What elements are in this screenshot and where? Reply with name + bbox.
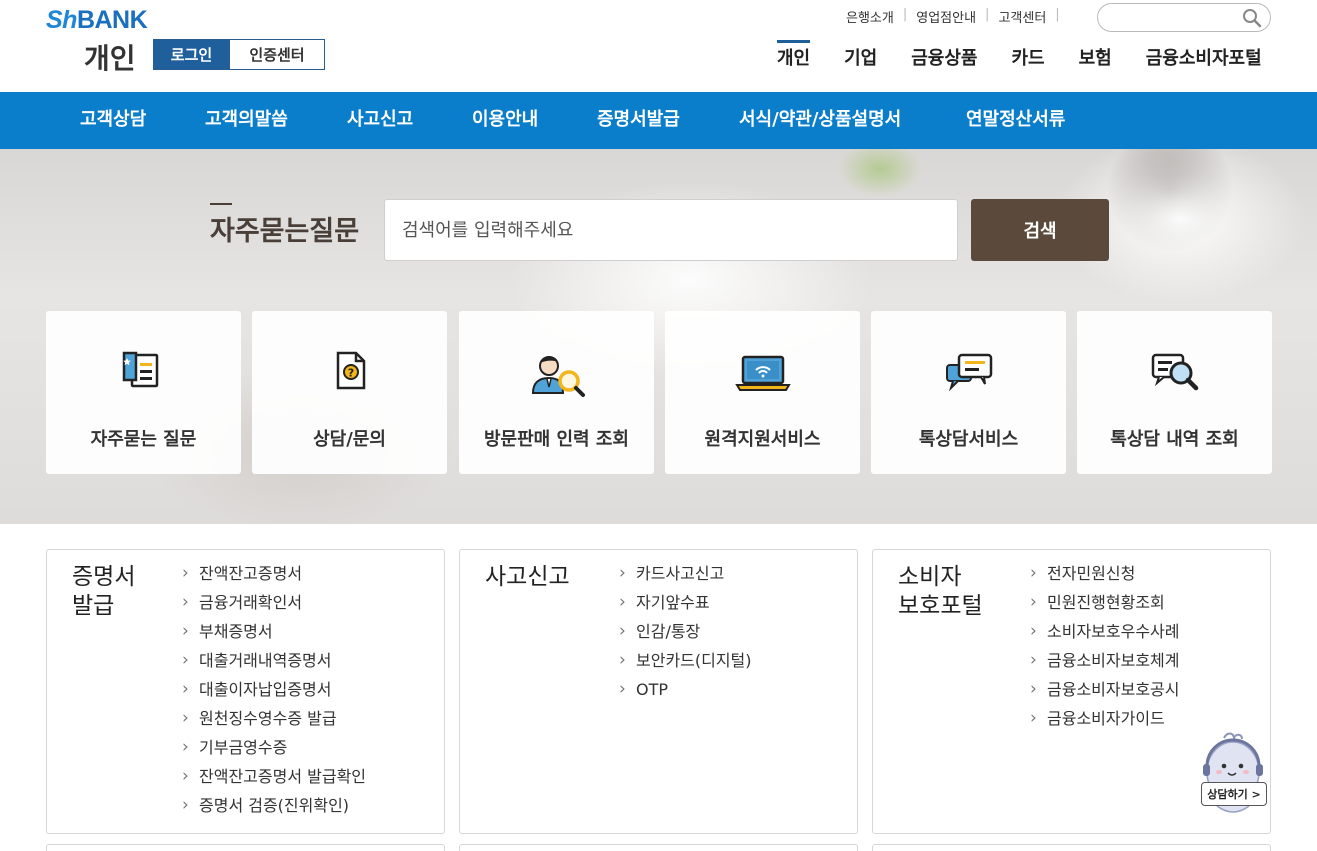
quick-link-faq[interactable]: 자주묻는 질문 bbox=[46, 311, 241, 474]
quick-link-talk-history[interactable]: 톡상담 내역 조회 bbox=[1077, 311, 1272, 474]
panel-accident: 사고신고 카드사고신고 자기앞수표 인감/통장 보안카드(디지털) OTP bbox=[459, 549, 858, 834]
subnav-accident[interactable]: 사고신고 bbox=[347, 92, 413, 149]
shbank-logo[interactable]: ShBANK bbox=[46, 6, 148, 35]
panel-certificate: 증명서 발급 잔액잔고증명서 금융거래확인서 부채증명서 대출거래내역증명서 대… bbox=[46, 549, 445, 834]
hero-section: 자주묻는질문 검색 자주묻는 질문 ? 상담/문의 bbox=[0, 149, 1317, 524]
util-link-bank-intro[interactable]: 은행소개 bbox=[846, 7, 894, 26]
panel-title-line2: 발급 bbox=[72, 593, 115, 619]
panel-link[interactable]: 대출이자납입증명서 bbox=[182, 677, 366, 707]
panel-next-row bbox=[872, 844, 1271, 851]
chat-search-icon bbox=[1151, 353, 1198, 391]
chat-bubble-icon bbox=[945, 353, 992, 392]
util-link-customer-center[interactable]: 고객센터 bbox=[998, 7, 1046, 26]
subnav-consult[interactable]: 고객상담 bbox=[80, 92, 146, 149]
section-title: 개인 bbox=[84, 42, 136, 75]
quick-link-label: 방문판매 인력 조회 bbox=[483, 429, 629, 450]
panel-title-line1: 증명서 bbox=[72, 564, 136, 590]
panel-title-line1: 사고신고 bbox=[485, 564, 570, 590]
utility-links: 은행소개 | 영업점안내 | 고객센터 | bbox=[846, 7, 1069, 26]
login-button[interactable]: 로그인 bbox=[154, 40, 229, 69]
person-search-icon bbox=[531, 356, 585, 397]
quick-link-label: 톡상담 내역 조회 bbox=[1110, 429, 1239, 450]
main-nav: 개인 기업 금융상품 카드 보험 금융소비자포털 bbox=[777, 40, 1262, 70]
panel-link[interactable]: 기부금영수증 bbox=[182, 735, 366, 765]
sub-nav: 고객상담 고객의말씀 사고신고 이용안내 증명서발급 서식/약관/상품설명서 연… bbox=[0, 92, 1317, 149]
panel-link[interactable]: 잔액잔고증명서 bbox=[182, 561, 366, 591]
panel-link[interactable]: 인감/통장 bbox=[619, 619, 752, 649]
panel-link[interactable]: 원천징수영수증 발급 bbox=[182, 706, 366, 736]
laptop-wifi-icon bbox=[734, 355, 791, 391]
panel-link[interactable]: OTP bbox=[619, 677, 752, 707]
search-icon[interactable] bbox=[1242, 8, 1262, 28]
cert-center-button[interactable]: 인증센터 bbox=[229, 40, 324, 69]
question-document-icon: ? bbox=[336, 351, 365, 390]
panel-title: 소비자 보호포털 bbox=[898, 563, 983, 621]
quick-link-label: 원격지원서비스 bbox=[704, 429, 821, 450]
panel-link[interactable]: 자기앞수표 bbox=[619, 590, 752, 620]
panel-link[interactable]: 보안카드(디지털) bbox=[619, 648, 752, 678]
faq-search-input[interactable] bbox=[384, 199, 958, 261]
panel-title-line1: 소비자 bbox=[898, 564, 962, 590]
faq-book-icon bbox=[122, 351, 158, 388]
quick-link-remote[interactable]: 원격지원서비스 bbox=[665, 311, 860, 474]
gnb-insurance[interactable]: 보험 bbox=[1079, 44, 1112, 70]
panel-next-row bbox=[46, 844, 445, 851]
subnav-voice[interactable]: 고객의말씀 bbox=[205, 92, 288, 149]
quick-link-label: 톡상담서비스 bbox=[918, 429, 1019, 450]
subnav-guide[interactable]: 이용안내 bbox=[472, 92, 538, 149]
panel-link[interactable]: 소비자보호우수사례 bbox=[1030, 619, 1179, 649]
subnav-forms[interactable]: 서식/약관/상품설명서 bbox=[739, 92, 901, 149]
quick-link-consult[interactable]: ? 상담/문의 bbox=[252, 311, 447, 474]
panel-link[interactable]: 금융거래확인서 bbox=[182, 590, 366, 620]
quick-link-talk[interactable]: 톡상담서비스 bbox=[871, 311, 1066, 474]
logo-bank: BANK bbox=[76, 6, 148, 34]
gnb-consumer-portal[interactable]: 금융소비자포털 bbox=[1146, 44, 1262, 70]
quick-link-label: 자주묻는 질문 bbox=[90, 429, 197, 450]
separator: | bbox=[902, 7, 908, 22]
chatbot-mascot-icon bbox=[1203, 732, 1263, 813]
panel-link-list: 잔액잔고증명서 금융거래확인서 부채증명서 대출거래내역증명서 대출이자납입증명… bbox=[182, 561, 366, 823]
panel-title: 증명서 발급 bbox=[72, 563, 135, 621]
svg-text:?: ? bbox=[347, 367, 353, 380]
quick-link-label: 상담/문의 bbox=[313, 429, 386, 450]
gnb-products[interactable]: 금융상품 bbox=[911, 44, 977, 70]
gnb-card[interactable]: 카드 bbox=[1012, 44, 1045, 70]
panel-title: 사고신고 bbox=[485, 563, 570, 592]
subnav-tax[interactable]: 연말정산서류 bbox=[966, 92, 1065, 149]
panel-link-list: 전자민원신청 민원진행현황조회 소비자보호우수사례 금융소비자보호체계 금융소비… bbox=[1030, 561, 1179, 736]
header: ShBANK 개인 로그인 인증센터 은행소개 | 영업점안내 | 고객센터 |… bbox=[0, 0, 1317, 92]
subnav-certificate[interactable]: 증명서발급 bbox=[597, 92, 680, 149]
chatbot-launcher[interactable]: 상담하기 > bbox=[1199, 730, 1269, 820]
panel-link[interactable]: 부채증명서 bbox=[182, 619, 366, 649]
util-link-branches[interactable]: 영업점안내 bbox=[916, 7, 976, 26]
separator: | bbox=[985, 7, 990, 22]
top-search-input[interactable] bbox=[1097, 3, 1271, 32]
quick-link-sales-check[interactable]: 방문판매 인력 조회 bbox=[459, 311, 654, 474]
chatbot-label[interactable]: 상담하기 > bbox=[1201, 782, 1267, 806]
panel-link[interactable]: 카드사고신고 bbox=[619, 561, 752, 591]
panel-link[interactable]: 금융소비자보호공시 bbox=[1030, 677, 1179, 707]
panel-link[interactable]: 전자민원신청 bbox=[1030, 561, 1179, 591]
faq-search-button[interactable]: 검색 bbox=[971, 199, 1109, 261]
auth-group: 로그인 인증센터 bbox=[153, 39, 325, 70]
panel-next-row bbox=[459, 844, 858, 851]
gnb-personal[interactable]: 개인 bbox=[777, 40, 811, 70]
separator: | bbox=[1055, 7, 1060, 22]
faq-search-title: 자주묻는질문 bbox=[210, 203, 359, 248]
gnb-corporate[interactable]: 기업 bbox=[844, 44, 877, 70]
panel-link[interactable]: 대출거래내역증명서 bbox=[182, 648, 366, 678]
logo-sh: Sh bbox=[46, 6, 77, 34]
panel-title-line2: 보호포털 bbox=[898, 593, 983, 619]
panel-link[interactable]: 민원진행현황조회 bbox=[1030, 590, 1179, 620]
panel-link[interactable]: 잔액잔고증명서 발급확인 bbox=[182, 764, 366, 794]
panel-link-list: 카드사고신고 자기앞수표 인감/통장 보안카드(디지털) OTP bbox=[619, 561, 752, 707]
panel-link[interactable]: 금융소비자가이드 bbox=[1030, 706, 1179, 736]
panel-link[interactable]: 증명서 검증(진위확인) bbox=[182, 793, 366, 823]
panel-link[interactable]: 금융소비자보호체계 bbox=[1030, 648, 1179, 678]
